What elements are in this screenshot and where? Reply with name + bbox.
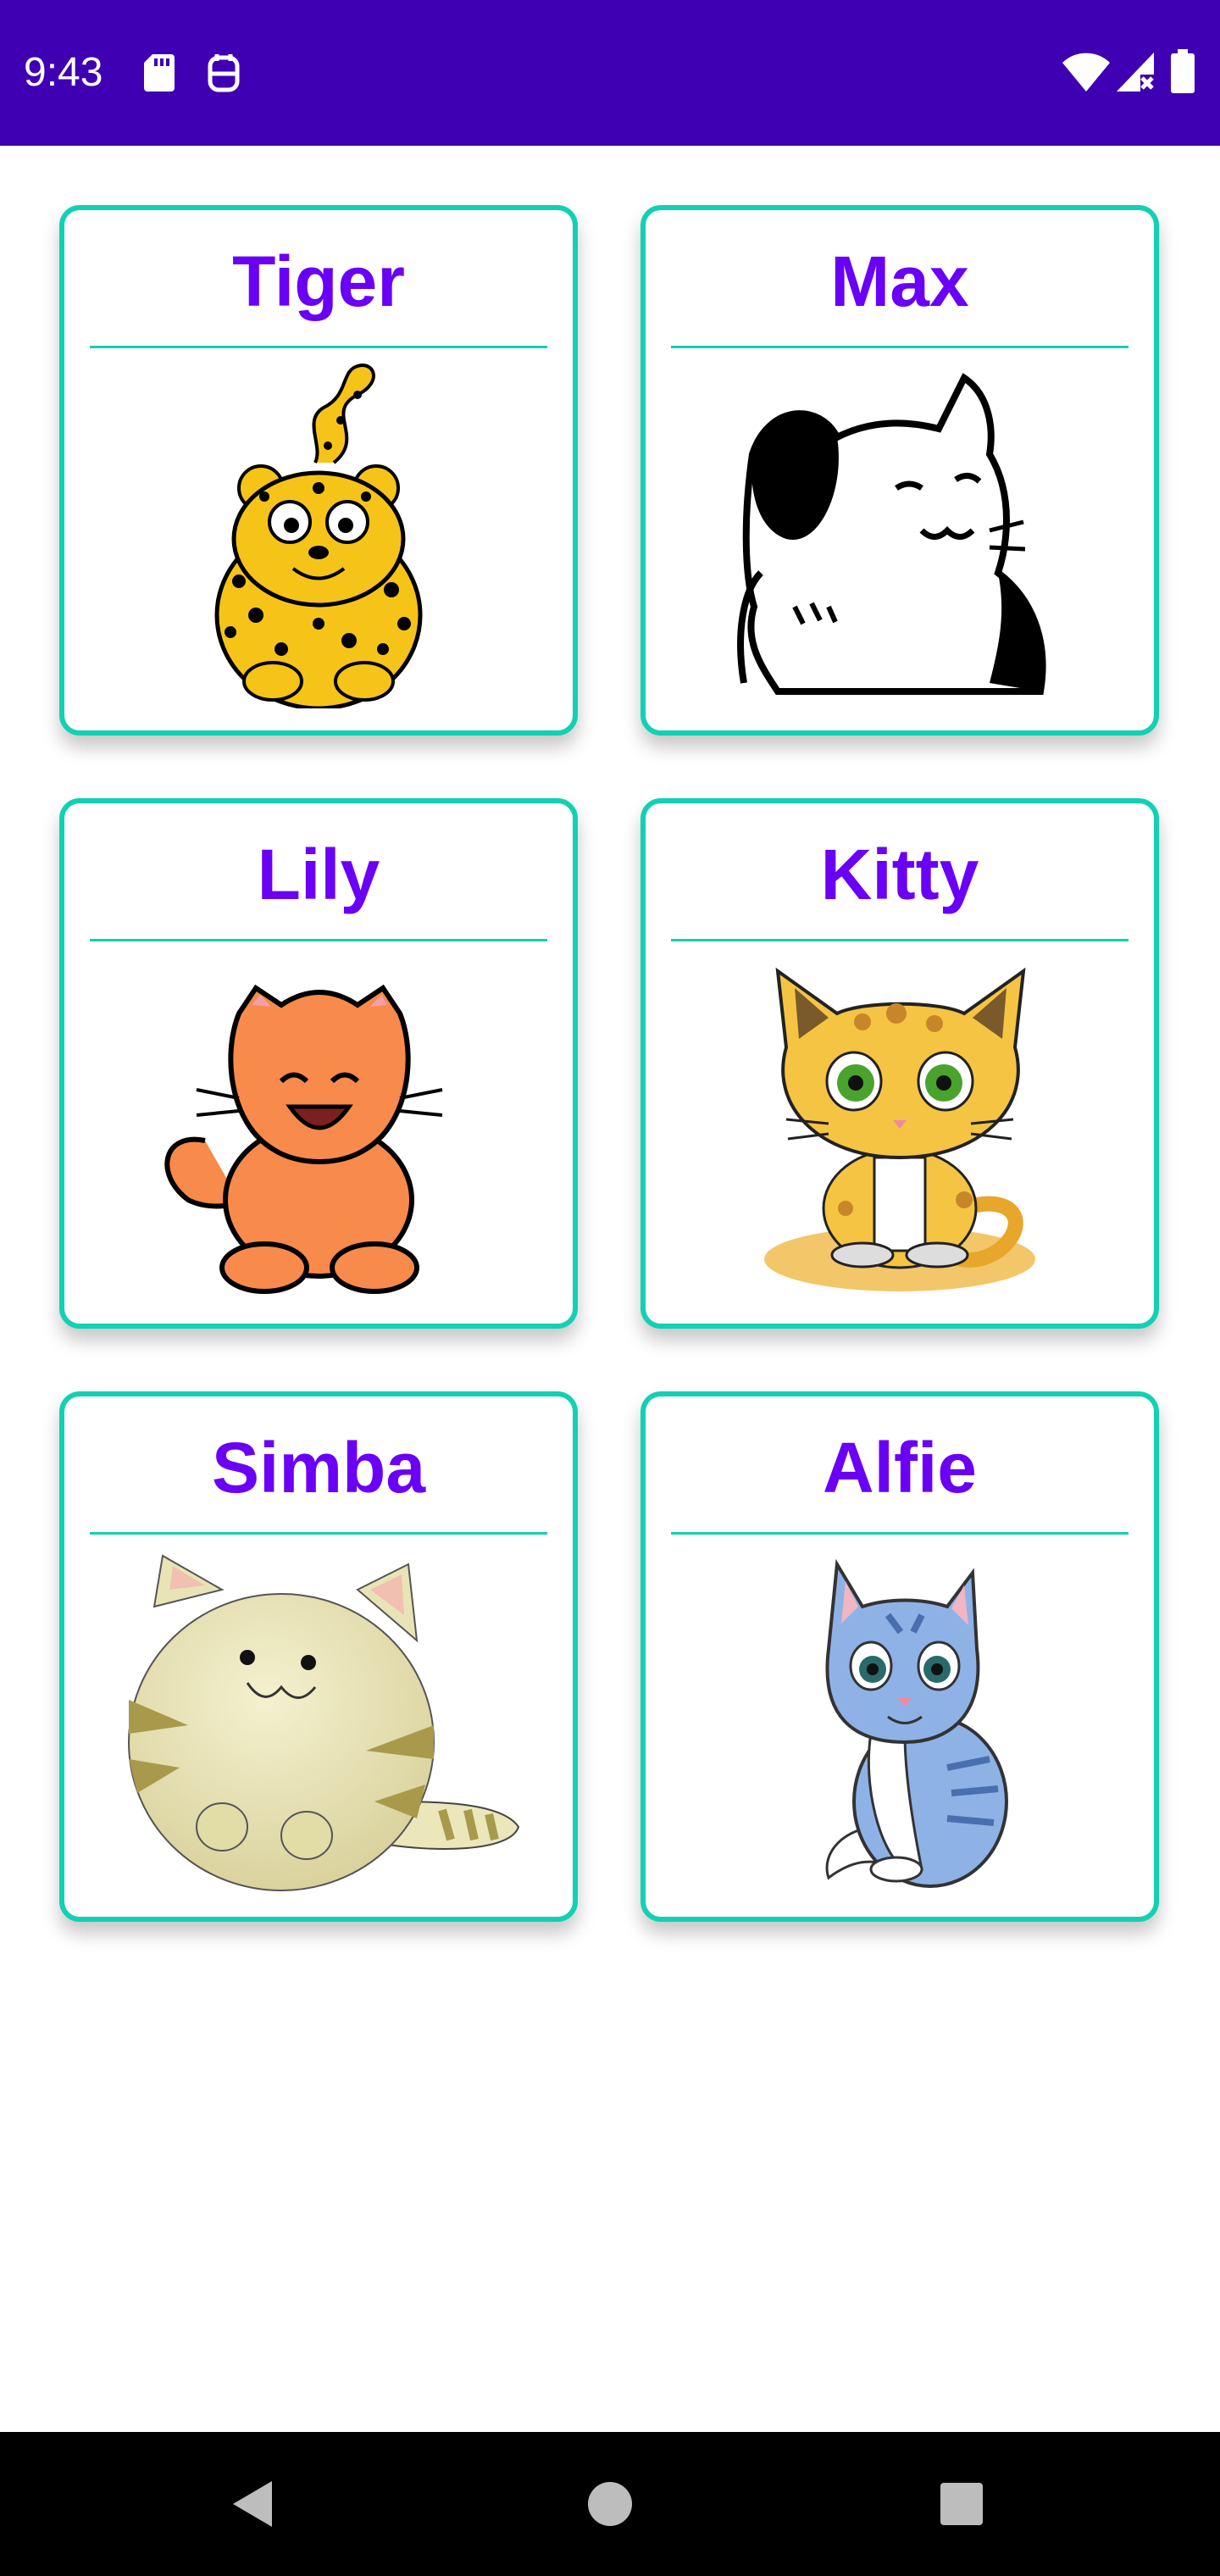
- orange-kitten-image: [112, 954, 525, 1302]
- spotted-kitten-image: [693, 954, 1106, 1302]
- waving-cat-image: [693, 361, 1106, 708]
- status-time: 9:43: [24, 50, 103, 95]
- blue-striped-kitten-image: [693, 1547, 1106, 1895]
- cat-card-tiger[interactable]: Tiger: [59, 205, 578, 736]
- system-nav-bar: [0, 2432, 1220, 2576]
- cat-card-simba[interactable]: Simba: [59, 1391, 578, 1922]
- card-divider: [90, 346, 547, 348]
- card-title: Lily: [257, 835, 380, 914]
- leopard-cartoon-image: [112, 361, 525, 708]
- cat-card-lily[interactable]: Lily: [59, 798, 578, 1329]
- battery-icon: [1171, 49, 1195, 93]
- card-divider: [671, 939, 1128, 941]
- card-divider: [90, 939, 547, 941]
- sd-card-icon: [144, 54, 175, 92]
- home-icon[interactable]: [572, 2466, 648, 2542]
- card-divider: [671, 1532, 1128, 1535]
- card-title: Tiger: [232, 242, 405, 321]
- status-bar: 9:43: [0, 0, 1220, 146]
- signal-icon: [1115, 51, 1156, 93]
- card-title: Simba: [211, 1428, 426, 1507]
- card-title: Kitty: [820, 835, 979, 914]
- cat-card-kitty[interactable]: Kitty: [640, 798, 1159, 1329]
- wifi-icon: [1062, 53, 1110, 92]
- back-icon[interactable]: [216, 2466, 292, 2542]
- card-divider: [90, 1532, 547, 1535]
- cat-card-alfie[interactable]: Alfie: [640, 1391, 1159, 1922]
- recents-icon[interactable]: [923, 2466, 1000, 2542]
- card-title: Alfie: [822, 1428, 978, 1507]
- round-tabby-cat-image: [112, 1547, 525, 1895]
- card-title: Max: [830, 242, 969, 321]
- cat-card-max[interactable]: Max: [640, 205, 1159, 736]
- sim-card-icon: [207, 53, 241, 93]
- card-divider: [671, 346, 1128, 348]
